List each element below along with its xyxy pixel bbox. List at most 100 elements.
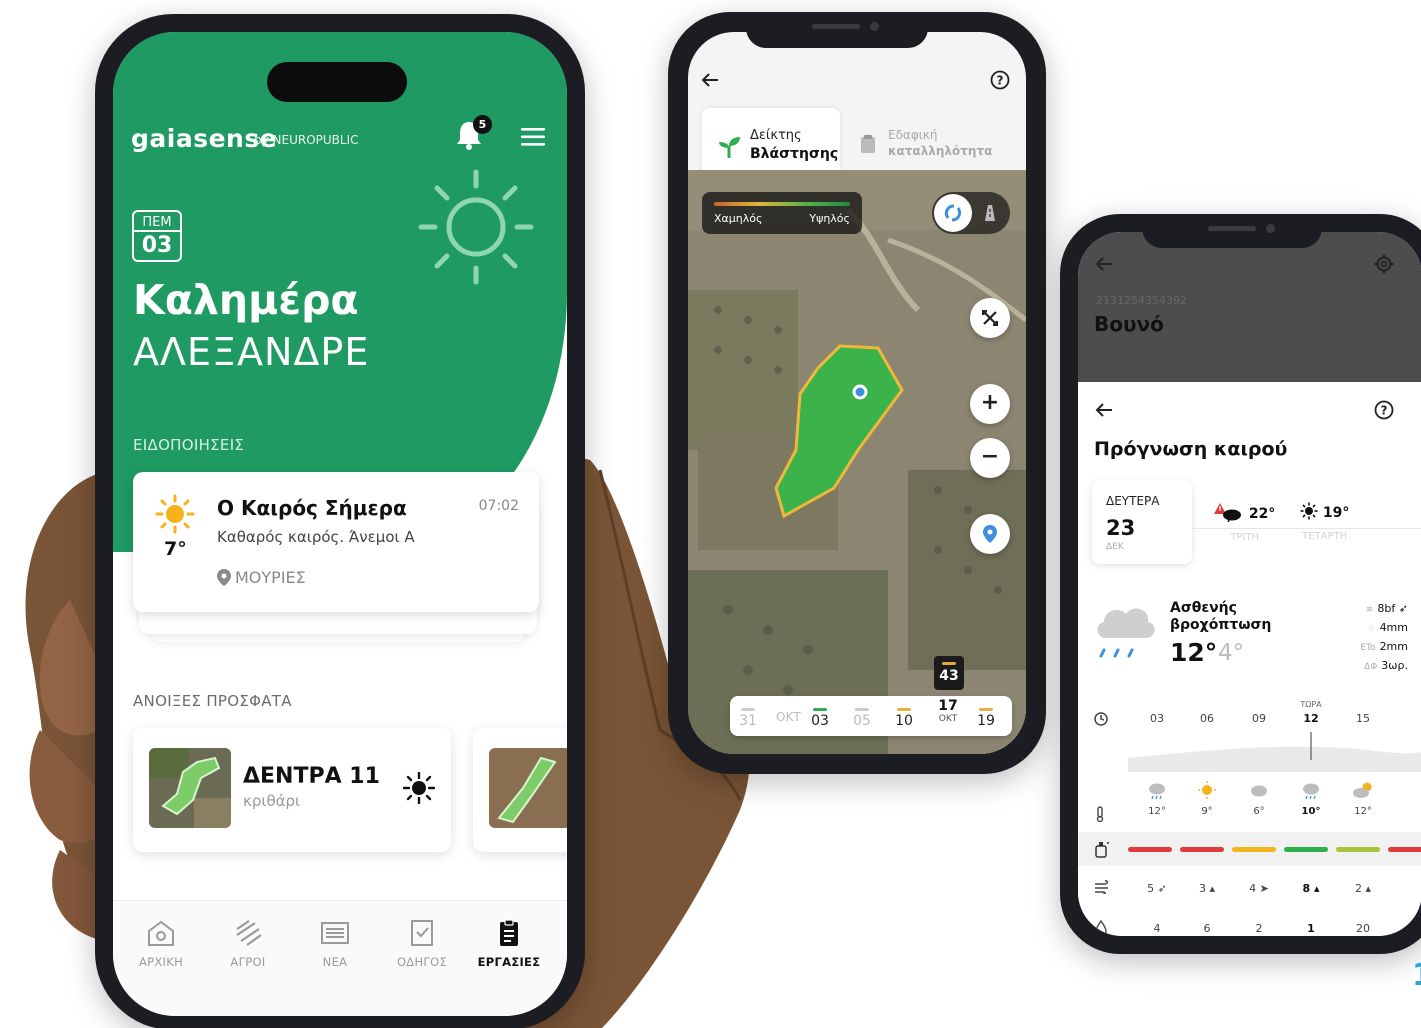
date-timeline[interactable]: 31 ΟΚΤ 03 05 10 17 ΟΚΤ 19 [730, 696, 1012, 736]
notification-title: Ο Καιρός Σήμερα [217, 496, 407, 520]
sun-icon [1198, 781, 1216, 799]
zoom-out-button[interactable]: − [970, 438, 1010, 478]
help-icon[interactable]: ? [990, 70, 1010, 90]
day-name: ΤΕΤΑΡΤΗ [1302, 531, 1348, 542]
dynamic-island [267, 62, 407, 102]
notifications-label: ΕΙΔΟΠΟΙΗΣΕΙΣ [133, 436, 245, 454]
notification-card[interactable]: 7° Ο Καιρός Σήμερα 07:02 Καθαρός καιρός.… [133, 472, 539, 612]
cloud-rain-icon [1149, 783, 1165, 800]
nav-fields-label: ΑΓΡΟΙ [230, 955, 266, 969]
timeline-date-label: 19 [977, 713, 995, 729]
day-tab[interactable]: 19° ΤΕΤΑΡΤΗ [1300, 502, 1349, 542]
current-description-line1: Ασθενής [1170, 600, 1237, 616]
timeline-selected-date[interactable]: 17 ΟΚΤ [930, 698, 966, 734]
legend-gradient [714, 202, 850, 206]
hour-rain: 4 [1153, 922, 1161, 935]
selected-day: 17 [938, 698, 958, 714]
notch [746, 12, 928, 48]
divider [1192, 528, 1421, 529]
help-icon[interactable]: ? [1374, 400, 1394, 420]
zoom-in-button[interactable]: + [970, 384, 1010, 424]
hour-wind-value: 3 [1198, 882, 1206, 895]
hour-label: 03 [1150, 712, 1164, 725]
sun-icon [155, 494, 195, 534]
stat-eto-label: ETo [1360, 643, 1376, 653]
recent-label: ΑΝΟΙΞΕΣ ΠΡΟΣΦΑΤΑ [133, 692, 292, 710]
recent-field-card[interactable]: ΔΕΝΤΡΑ 11 κριθάρι [133, 728, 451, 852]
stat-dp-label: ΔΦ [1364, 662, 1378, 672]
nav-news[interactable]: ΝΕΑ [293, 919, 377, 969]
hour-wind-now: 8 ▴ [1302, 882, 1320, 895]
field-thumbnail [149, 748, 231, 828]
news-icon [321, 922, 349, 944]
timeline-date-label: 31 [739, 713, 757, 729]
day-tab-selected[interactable]: ΔΕΥΤΕΡΑ 23 ΔΕΚ [1092, 480, 1192, 564]
notification-time: 07:02 [478, 498, 519, 514]
hour-wind-value: 2 [1354, 882, 1362, 895]
day-tab[interactable]: 22° ΤΡΙΤΗ [1214, 502, 1275, 543]
legend-high: Υψηλός [809, 212, 850, 225]
tab-soil-line1: Εδαφική [888, 128, 938, 142]
clock-icon [1094, 712, 1108, 726]
timeline-date[interactable]: 03 [806, 708, 834, 729]
temperature-graph [1128, 732, 1421, 772]
legend-low: Χαμηλός [714, 212, 763, 225]
recent-field-card-2[interactable] [473, 728, 567, 852]
date-badge: ΠΕΜ 03 [132, 210, 182, 262]
hour-rain: 20 [1356, 922, 1370, 935]
fullscreen-button[interactable] [970, 298, 1010, 338]
current-stats: ≋ 8bf ➶ ♢ 4mm ETo 2mm ΔΦ 3ωρ. [1328, 600, 1408, 676]
timeline-marker [979, 708, 993, 711]
timeline-marker [813, 708, 827, 711]
layer-toggle-active[interactable] [934, 194, 972, 232]
current-description-line2: βροχόπτωση [1170, 617, 1272, 633]
timeline-date[interactable]: 19 [972, 708, 1000, 729]
gear-icon[interactable] [1374, 254, 1394, 274]
date-number: 03 [141, 233, 173, 258]
nav-tasks[interactable]: ΕΡΓΑΣΙΕΣ [467, 919, 551, 969]
day-number: 23 [1106, 516, 1136, 540]
timeline-date[interactable]: 05 [848, 708, 876, 729]
current-description: Ασθενής βροχόπτωση [1170, 600, 1271, 634]
locate-button[interactable] [970, 514, 1010, 554]
hour-wind: 2 ▴ [1354, 882, 1372, 895]
timeline-date-label: 10 [895, 713, 913, 729]
notification-count-badge: 5 [473, 115, 492, 134]
stat-rain: ♢ 4mm [1328, 619, 1408, 638]
selected-month: ΟΚΤ [938, 714, 958, 724]
nav-guide[interactable]: ΟΔΗΓΟΣ [380, 919, 464, 969]
hour-label: 09 [1252, 712, 1266, 725]
expand-icon [982, 310, 998, 326]
timeline-value-popup: 43 [934, 656, 964, 690]
hour-temp: 12° [1148, 806, 1166, 817]
tasks-icon [500, 919, 518, 946]
timeline-marker [741, 708, 755, 711]
forecast-sheet: ? Πρόγνωση καιρού ΔΕΥΤΕΡΑ 23 ΔΕΚ 22° ΤΡΙ… [1078, 382, 1421, 936]
phone-forecast: 2131254354392 Βουνό ? Πρόγνωση καιρού ΔΕ… [1060, 214, 1421, 954]
road-icon[interactable] [980, 203, 1000, 223]
vegetation-legend: Χαμηλός Υψηλός [702, 192, 862, 234]
timeline-date[interactable]: 31 [734, 708, 762, 729]
raindrop-icon [1095, 920, 1107, 936]
layer-toggle[interactable] [932, 192, 1010, 234]
timeline-date-label: 03 [811, 713, 829, 729]
stat-wind: ≋ 8bf ➶ [1365, 602, 1408, 615]
field-id: 2131254354392 [1096, 294, 1187, 307]
menu-icon[interactable] [521, 128, 545, 146]
tab-vegetation-line1: Δείκτης [750, 128, 802, 143]
page-title: Πρόγνωση καιρού [1094, 438, 1288, 460]
back-arrow-icon[interactable] [700, 70, 720, 90]
nav-fields[interactable]: ΑΓΡΟΙ [206, 919, 290, 969]
sprayer-icon [1095, 842, 1109, 858]
home-screen: gaiasense by NEUROPUBLIC 5 ΠΕΜ 03 Καλημέ… [113, 32, 567, 1016]
nav-home[interactable]: ΑΡΧΙΚΗ [119, 919, 203, 969]
back-arrow-icon[interactable] [1094, 400, 1114, 420]
guide-icon [411, 920, 433, 946]
day-month: ΔΕΚ [1106, 542, 1124, 552]
nav-news-label: ΝΕΑ [322, 955, 348, 969]
bottom-nav: ΑΡΧΙΚΗ ΑΓΡΟΙ ΝΕΑ ΟΔΗΓΟΣ ΕΡΓΑΣΙΕΣ [113, 900, 567, 1016]
svg-text:?: ? [1381, 404, 1388, 418]
back-arrow-icon[interactable] [1094, 254, 1114, 274]
timeline-date[interactable]: 10 [890, 708, 918, 729]
partly-sunny-icon [1353, 782, 1372, 798]
